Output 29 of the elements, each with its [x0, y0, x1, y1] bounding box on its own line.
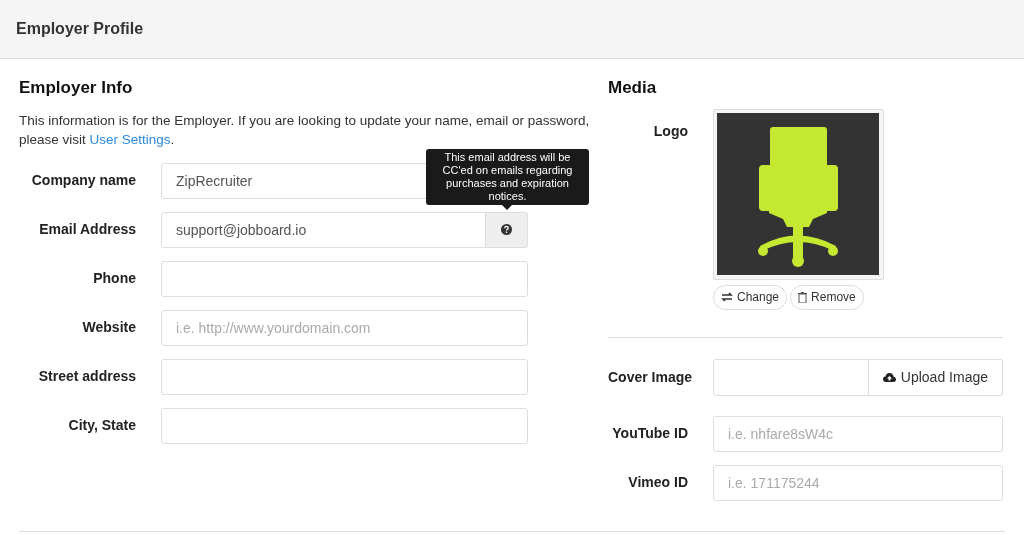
- text-input[interactable]: support@jobboard.io: [161, 211, 486, 248]
- field-label: Website: [81, 318, 137, 337]
- intro-text: This information is for the Employer. If you are looking to update your name, email or password, please visit User Settings.: [19, 111, 591, 149]
- section-heading: Employer Info: [19, 77, 134, 99]
- field-label: Company name: [30, 171, 137, 190]
- user-settings-link[interactable]: User Settings: [89, 131, 171, 147]
- field-label: Street address: [37, 367, 137, 386]
- field-label: Vimeo ID: [627, 473, 689, 492]
- field-label: Cover Image: [608, 367, 694, 387]
- upload-image-button[interactable]: Upload Image: [868, 358, 1003, 396]
- text-input[interactable]: i.e. nhfare8sW4c: [713, 415, 1003, 452]
- text-input[interactable]: i.e. 171175244: [713, 464, 1003, 501]
- trash-icon: [798, 291, 808, 303]
- remove-button[interactable]: Remove: [790, 284, 864, 310]
- tooltip: This email address will be CC'ed on emails regarding purchases and expiration notices.: [426, 148, 589, 205]
- text-input[interactable]: i.e. http://www.yourdomain.com: [161, 309, 528, 346]
- field-label: Logo: [652, 121, 689, 141]
- cloud-upload-icon: [882, 371, 896, 383]
- help-icon: [501, 224, 512, 235]
- field-label: YouTube ID: [611, 424, 689, 443]
- page-title: Employer Profile: [16, 19, 144, 39]
- field-label: City, State: [67, 416, 137, 435]
- tooltip-arrow: [502, 204, 512, 210]
- field-label: Phone: [92, 269, 137, 288]
- change-button[interactable]: Change: [713, 284, 788, 310]
- swap-arrows-icon: [721, 292, 733, 302]
- field-label: Email Address: [38, 220, 137, 239]
- help-button[interactable]: [486, 211, 528, 248]
- section-heading: Media: [608, 77, 658, 99]
